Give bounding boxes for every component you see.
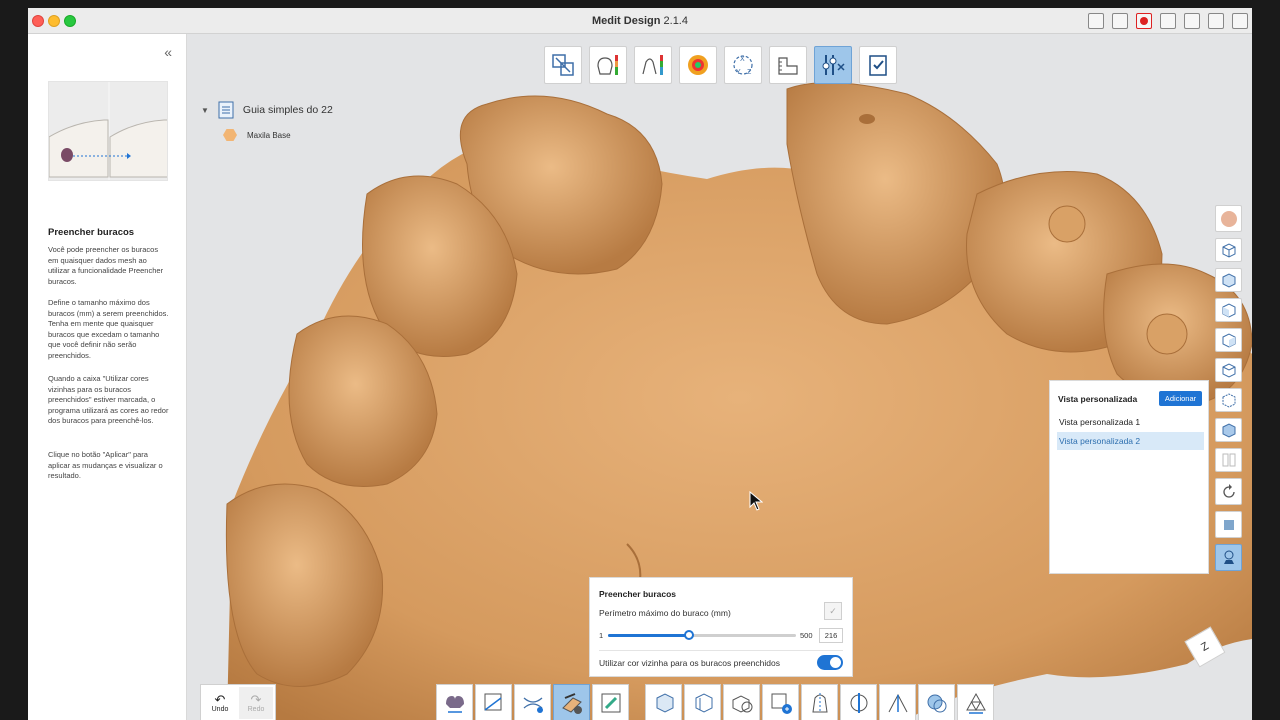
menu-icon[interactable] [1232, 13, 1248, 29]
fill-holes-tool-icon[interactable] [553, 684, 590, 720]
capture-region-icon[interactable] [1112, 13, 1128, 29]
chevron-down-icon[interactable]: ▼ [201, 106, 209, 115]
bottom-toolbar [436, 684, 994, 720]
svg-text:X: X [740, 56, 745, 63]
add-plane-icon[interactable] [762, 684, 799, 720]
help-paragraph: Você pode preencher os buracos em quaisq… [48, 245, 164, 286]
complete-check-icon[interactable] [859, 46, 897, 84]
view-back-icon[interactable] [1215, 358, 1242, 382]
apply-checkbox[interactable]: ✓ [824, 602, 842, 620]
help-paragraph: Clique no botão "Aplicar" para aplicar a… [48, 450, 163, 480]
orientation-axis-icon[interactable]: XYZ [724, 46, 762, 84]
view-left-icon[interactable] [1215, 298, 1242, 322]
extrude-icon[interactable] [879, 684, 916, 720]
trim-icon[interactable] [475, 684, 512, 720]
help-paragraph: Quando a caixa "Utilizar cores vizinhas … [48, 374, 169, 425]
split-view-icon[interactable] [1215, 448, 1242, 472]
help-title: Preencher buracos [48, 227, 135, 238]
tree-item-label: Maxila Base [247, 130, 291, 140]
fill-holes-title: Preencher buracos [599, 589, 677, 599]
remesh-icon[interactable] [957, 684, 994, 720]
smooth-icon[interactable] [514, 684, 551, 720]
custom-view-item[interactable]: Vista personalizada 1 [1057, 413, 1204, 431]
insertion-path-icon[interactable] [840, 684, 877, 720]
slider-fill [608, 634, 689, 637]
app-name: Medit Design [592, 15, 661, 27]
neighbor-color-toggle[interactable] [817, 655, 843, 670]
redo-label: Redo [247, 706, 265, 713]
texture-toggle-icon[interactable] [1215, 511, 1242, 538]
slider-handle[interactable] [684, 630, 694, 640]
view-right-icon[interactable] [1215, 328, 1242, 352]
mouse-cursor-icon [749, 490, 764, 516]
wax-blocks-icon[interactable] [918, 684, 955, 720]
boolean-icon[interactable] [723, 684, 760, 720]
screenshot-icon[interactable] [1088, 13, 1104, 29]
camera-icon[interactable] [1160, 13, 1176, 29]
add-view-button[interactable]: Adicionar [1159, 391, 1202, 406]
slider-min-label: 1 [599, 631, 604, 640]
perimeter-value-input[interactable]: 216 [819, 628, 843, 643]
thickness-icon[interactable] [684, 684, 721, 720]
help-paragraph: Define o tamanho máximo dos buracos (mm)… [48, 298, 169, 360]
redo-icon: ↷ [250, 692, 262, 707]
profile-graph-icon[interactable] [634, 46, 672, 84]
custom-view-icon[interactable] [1215, 544, 1242, 571]
custom-views-title: Vista personalizada [1058, 394, 1138, 404]
help-panel: « Preencher buracos Você pode preencher … [28, 34, 187, 720]
top-toolbar: XYZ [544, 46, 897, 84]
title-bar: Medit Design 2.1.4 [28, 8, 1252, 34]
sculpt-icon[interactable] [592, 684, 629, 720]
view-top-icon[interactable] [1215, 268, 1242, 292]
svg-text:Z: Z [747, 69, 752, 76]
app-window: Medit Design 2.1.4 « Preencher buracos V… [28, 8, 1252, 720]
edit-tools-icon[interactable] [814, 46, 852, 84]
app-version: 2.1.4 [663, 15, 688, 27]
project-name: Guia simples do 22 [242, 104, 333, 116]
svg-text:Y: Y [736, 69, 741, 76]
record-icon[interactable] [1136, 13, 1152, 29]
deviation-map-icon[interactable] [589, 46, 627, 84]
perimeter-slider[interactable] [608, 630, 796, 640]
title-toolbar [1088, 13, 1248, 29]
undo-label: Undo [211, 706, 229, 713]
measure-ruler-icon[interactable] [769, 46, 807, 84]
project-icon [218, 101, 234, 119]
fill-holes-panel: Preencher buracos Perímetro máximo do bu… [589, 577, 853, 677]
offset-icon[interactable] [645, 684, 682, 720]
mesh-select-icon[interactable] [436, 684, 473, 720]
view-front-icon[interactable] [1215, 238, 1242, 262]
tree-project[interactable]: ▼ Guia simples do 22 [201, 100, 333, 120]
align-tool-icon[interactable] [544, 46, 582, 84]
redo-button[interactable]: ↷ Redo [239, 687, 273, 719]
window-icon[interactable] [1184, 13, 1200, 29]
3d-viewport[interactable]: XYZ ▼ Guia simples do 22 Maxila Base Vis… [187, 34, 1252, 720]
view-iso-icon[interactable] [1215, 418, 1242, 442]
cut-model-icon[interactable] [801, 684, 838, 720]
fill-holes-illustration [48, 81, 168, 181]
thickness-map-icon[interactable] [679, 46, 717, 84]
custom-view-item-selected[interactable]: Vista personalizada 2 [1057, 432, 1204, 450]
rotate-view-icon[interactable] [1215, 478, 1242, 505]
tree-item[interactable]: Maxila Base [223, 129, 333, 141]
divider [599, 650, 843, 651]
mesh-color-icon [223, 129, 237, 141]
collapse-panel-button[interactable]: « [164, 44, 172, 60]
window-title: Medit Design 2.1.4 [28, 15, 1252, 27]
view-toolbar [1215, 205, 1242, 571]
neighbor-color-label: Utilizar cor vizinha para os buracos pre… [599, 658, 780, 668]
multi-window-icon[interactable] [1208, 13, 1224, 29]
undo-button[interactable]: ↶ Undo [203, 687, 237, 719]
mesh-color-ball-icon[interactable] [1215, 205, 1242, 232]
slider-max-label: 500 [800, 631, 813, 640]
toolbar-gap [631, 684, 643, 720]
data-tree: ▼ Guia simples do 22 Maxila Base [201, 100, 333, 141]
undo-redo-group: ↶ Undo ↷ Redo [200, 684, 276, 720]
perimeter-label: Perímetro máximo do buraco (mm) [599, 608, 731, 618]
custom-views-panel: Vista personalizada Adicionar Vista pers… [1049, 380, 1209, 574]
view-bottom-icon[interactable] [1215, 388, 1242, 412]
undo-icon: ↶ [214, 692, 226, 707]
